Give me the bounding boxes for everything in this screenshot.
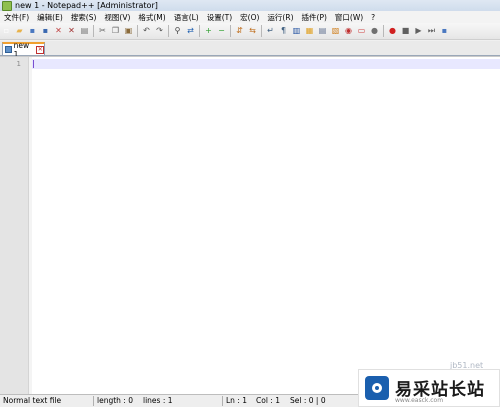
tab-new-1[interactable]: new 1 ✕ xyxy=(2,41,45,59)
stop-record-icon[interactable]: ■ xyxy=(400,26,411,37)
redo-icon[interactable]: ↷ xyxy=(154,26,165,37)
close-all-icon[interactable]: ✕ xyxy=(66,26,77,37)
menu-item[interactable]: 视图(V) xyxy=(100,12,134,23)
toolbar-separator xyxy=(261,25,262,37)
menu-item[interactable]: 格式(M) xyxy=(134,12,169,23)
window-title: new 1 - Notepad++ [Administrator] xyxy=(15,1,158,10)
toolbar-separator xyxy=(199,25,200,37)
word-wrap-icon[interactable]: ↵ xyxy=(265,26,276,37)
zoom-in-icon[interactable]: + xyxy=(203,26,214,37)
watermark: 易采站长站 www.easck.com xyxy=(358,369,500,407)
print-icon[interactable]: ▤ xyxy=(79,26,90,37)
toolbar-separator xyxy=(230,25,231,37)
document-map-icon[interactable]: ▦ xyxy=(304,26,315,37)
replace-icon[interactable]: ⇄ xyxy=(185,26,196,37)
menu-item[interactable]: 宏(O) xyxy=(236,12,263,23)
status-column: Col : 1 xyxy=(256,396,280,405)
zoom-out-icon[interactable]: − xyxy=(216,26,227,37)
monitoring-icon[interactable]: ◉ xyxy=(343,26,354,37)
show-all-characters-icon[interactable]: ¶ xyxy=(278,26,289,37)
status-line-number: Ln : 1 xyxy=(226,396,247,405)
title-bar: new 1 - Notepad++ [Administrator] xyxy=(0,0,500,11)
status-lines: lines : 1 xyxy=(143,396,173,405)
tab-close-icon[interactable]: ✕ xyxy=(36,45,45,54)
status-file-type: Normal text file xyxy=(3,396,62,405)
current-line-highlight xyxy=(32,59,500,69)
save-macro-icon[interactable]: ▪ xyxy=(439,26,450,37)
status-length: length : 0 xyxy=(97,396,133,405)
undo-icon[interactable]: ↶ xyxy=(141,26,152,37)
menu-item[interactable]: 编辑(E) xyxy=(33,12,67,23)
menu-item[interactable]: 窗口(W) xyxy=(331,12,367,23)
notepadpp-app-icon xyxy=(2,0,12,11)
paste-icon[interactable]: ▣ xyxy=(123,26,134,37)
close-icon[interactable]: ✕ xyxy=(53,26,64,37)
save-icon[interactable]: ▪ xyxy=(27,26,38,37)
status-divider xyxy=(93,396,94,406)
unsaved-file-icon xyxy=(5,46,12,53)
fold-margin[interactable] xyxy=(29,57,32,395)
toolbar-separator xyxy=(137,25,138,37)
record-macro-icon[interactable]: ● xyxy=(387,26,398,37)
line-number-gutter: 1 xyxy=(0,57,29,395)
menu-item[interactable]: 设置(T) xyxy=(203,12,236,23)
text-caret xyxy=(33,60,34,68)
toolbar-separator xyxy=(168,25,169,37)
menu-bar: 文件(F) 编辑(E) 搜索(S) 视图(V) 格式(M) 语言(L) 设置(T) 宏(O) 运… xyxy=(0,11,500,23)
watermark-url: www.easck.com xyxy=(395,397,444,404)
tab-bar: new 1 ✕ xyxy=(0,41,500,59)
function-list-icon[interactable]: ▤ xyxy=(317,26,328,37)
highlight-icon[interactable]: ▭ xyxy=(356,26,367,37)
sync-vertical-icon[interactable]: ⇵ xyxy=(234,26,245,37)
folder-as-workspace-icon[interactable]: ▧ xyxy=(330,26,341,37)
cut-icon[interactable]: ✂ xyxy=(97,26,108,37)
toolbar-separator xyxy=(93,25,94,37)
run-macro-multiple-icon[interactable]: ⏭ xyxy=(426,26,437,37)
copy-icon[interactable]: ❐ xyxy=(110,26,121,37)
menu-item[interactable]: 搜索(S) xyxy=(67,12,101,23)
find-icon[interactable]: ⚲ xyxy=(172,26,183,37)
new-file-icon[interactable]: ▫ xyxy=(1,26,12,37)
indent-guide-icon[interactable]: ▥ xyxy=(291,26,302,37)
menu-item[interactable]: 插件(P) xyxy=(298,12,331,23)
open-file-icon[interactable]: ▰ xyxy=(14,26,25,37)
toolbar-separator xyxy=(383,25,384,37)
line-number: 1 xyxy=(16,60,21,68)
editor-area[interactable]: 1 xyxy=(0,56,500,395)
save-all-icon[interactable]: ▪ xyxy=(40,26,51,37)
toolbar: ▫ ▰ ▪ ▪ ✕ ✕ ▤ ✂ ❐ ▣ ↶ ↷ ⚲ ⇄ + − ⇵ ⇆ ↵ ¶ ▥ ▦ ▤ ▧ ◉ ▭ ● ● ■ ▶ ⏭ ▪ xyxy=(0,23,500,40)
playback-macro-icon[interactable]: ▶ xyxy=(413,26,424,37)
menu-item[interactable]: 运行(R) xyxy=(263,12,297,23)
menu-item[interactable]: 文件(F) xyxy=(0,12,33,23)
status-selection: Sel : 0 | 0 xyxy=(290,396,326,405)
menu-item[interactable]: 语言(L) xyxy=(170,12,203,23)
watermark-logo-icon xyxy=(365,376,389,400)
menu-item[interactable]: ? xyxy=(367,13,379,22)
status-divider xyxy=(222,396,223,406)
misc-icon[interactable]: ● xyxy=(369,26,380,37)
sync-horizontal-icon[interactable]: ⇆ xyxy=(247,26,258,37)
